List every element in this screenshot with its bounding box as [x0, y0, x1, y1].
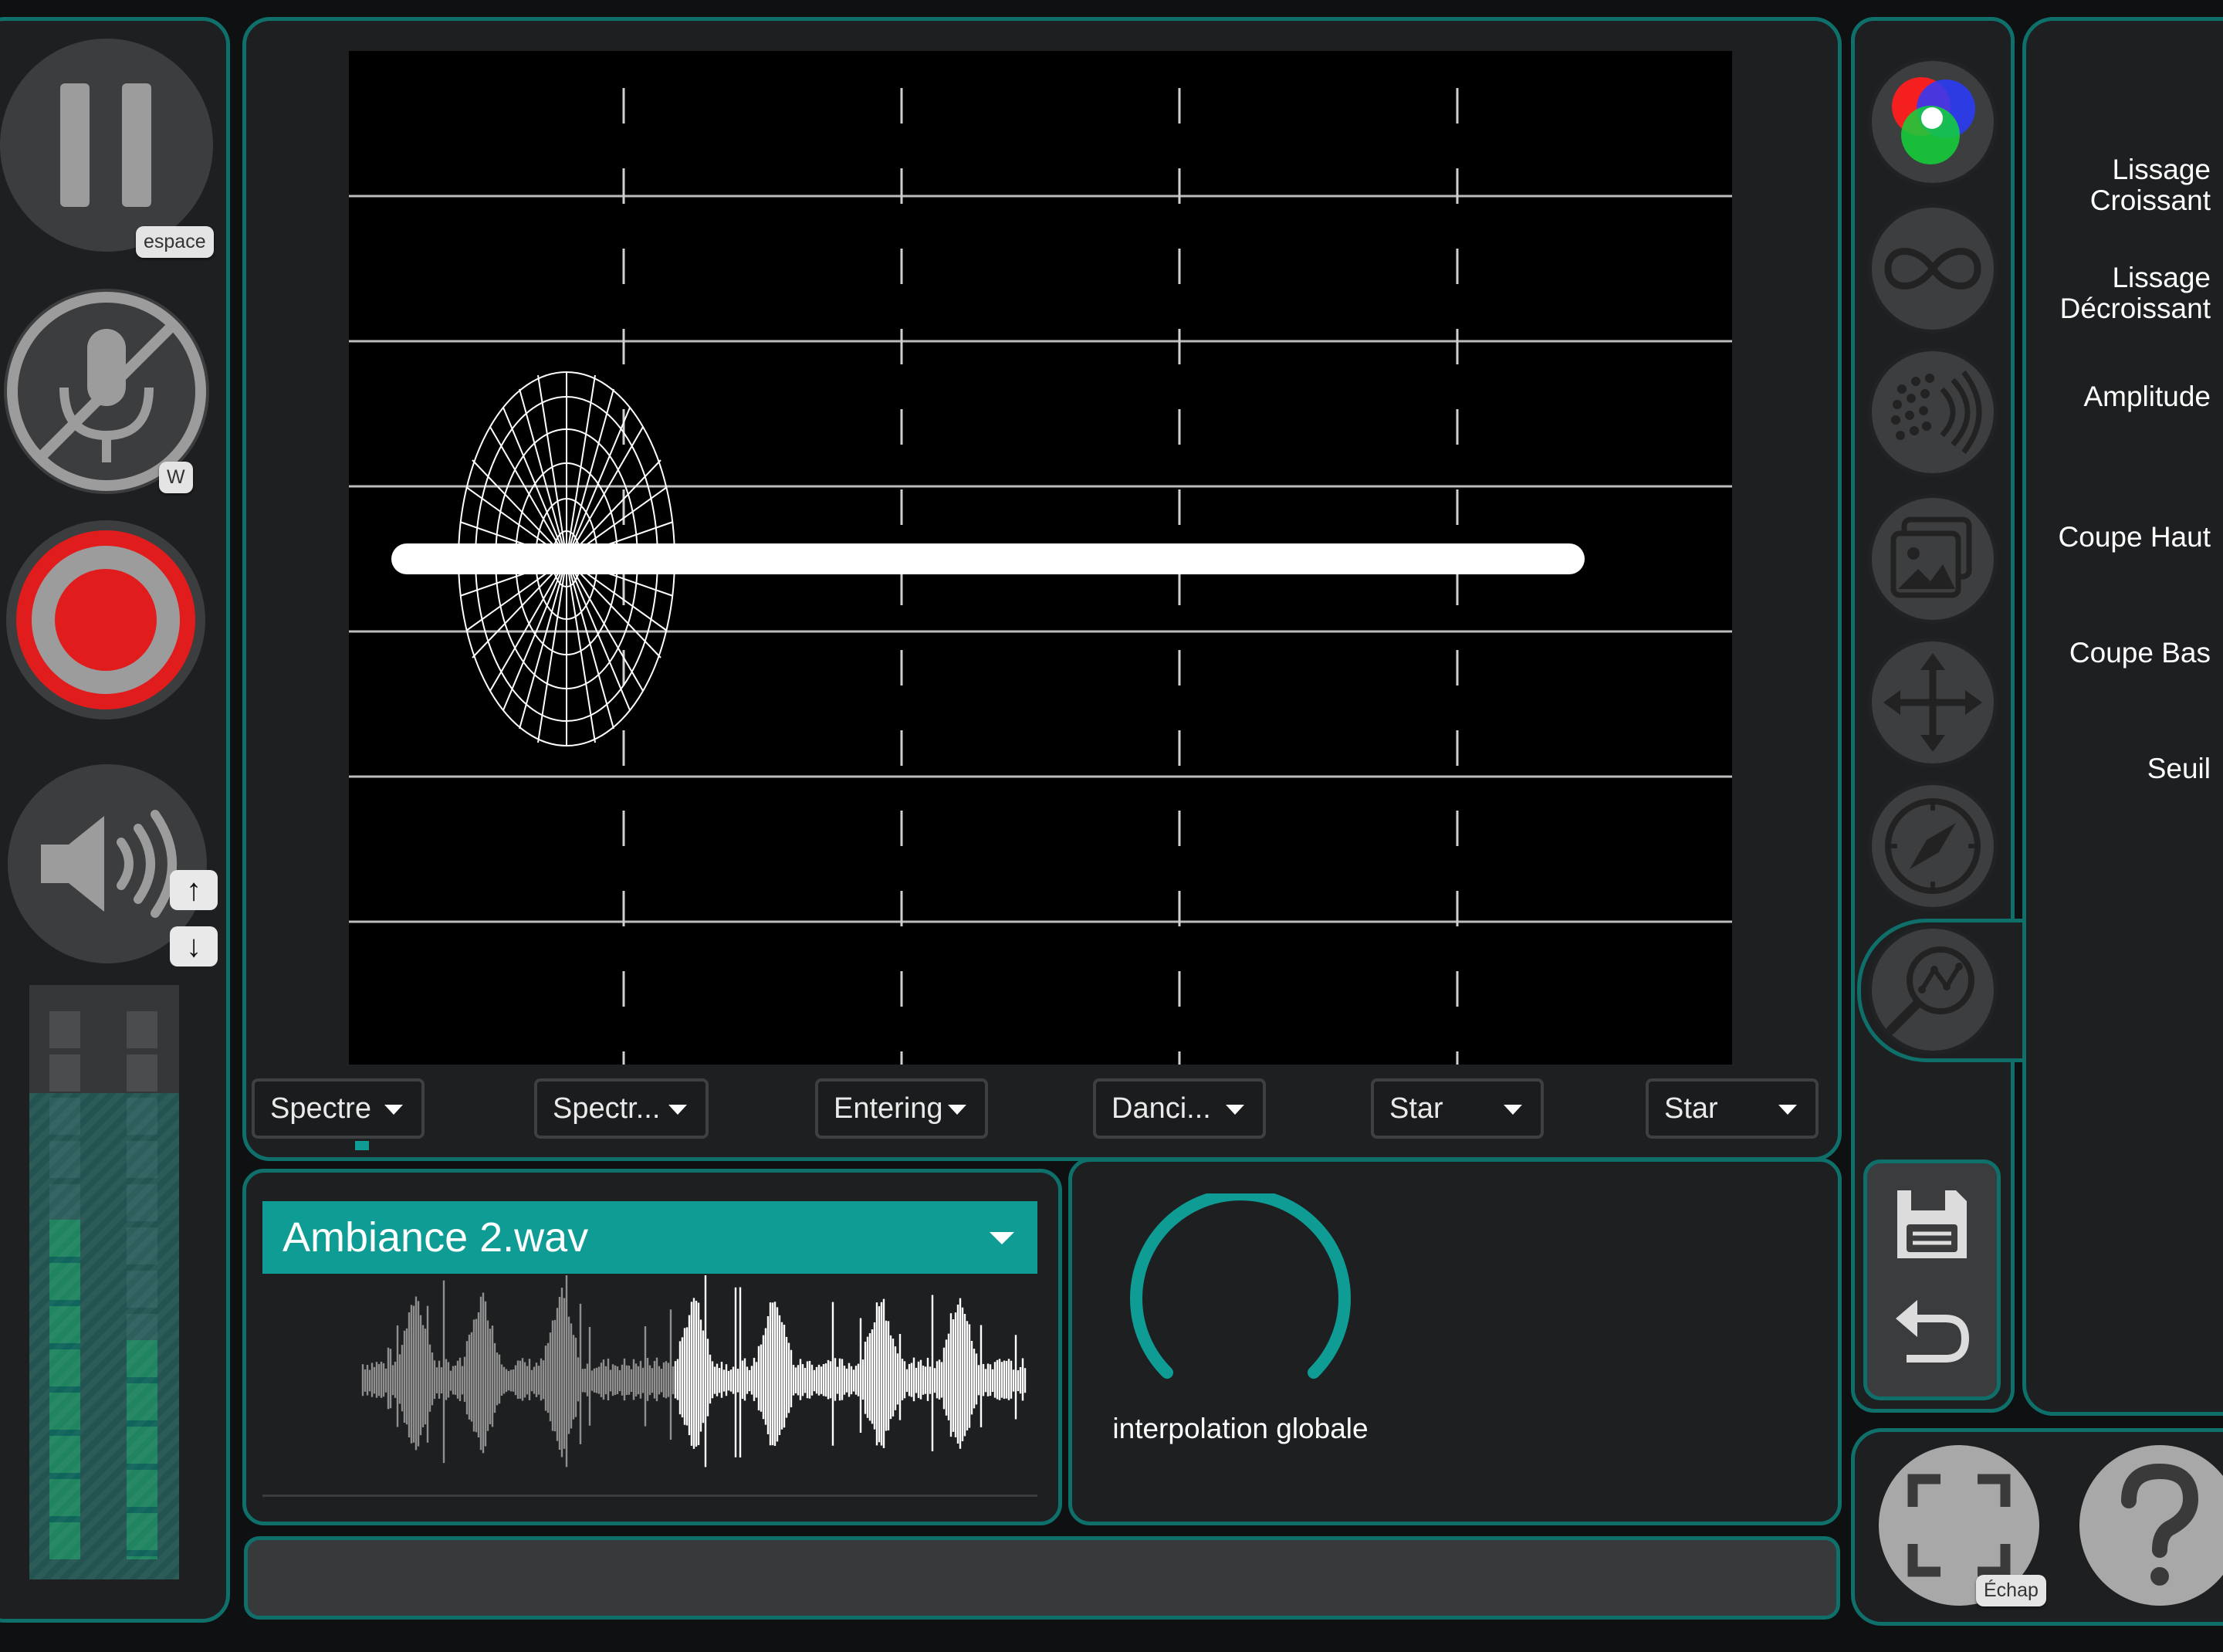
dropdown-label: Spectre	[270, 1092, 371, 1125]
compass-button[interactable]	[1868, 781, 1998, 911]
infinity-button[interactable]	[1868, 204, 1998, 333]
particles-icon	[1891, 370, 1982, 455]
param-label-line1: Lissage	[2112, 154, 2211, 185]
analysis-icon	[1886, 946, 1974, 1034]
param-lissage-croissant[interactable]: Lissage Croissant	[2090, 154, 2211, 216]
param-coupe-bas[interactable]: Coupe Bas	[2069, 638, 2211, 669]
chevron-down-icon	[1504, 1105, 1522, 1115]
param-label-line1: Lissage	[2112, 262, 2211, 293]
visualizer-dropdown-5[interactable]: Star	[1371, 1078, 1544, 1139]
audio-file-name: Ambiance 2.wav	[283, 1214, 589, 1261]
pause-shortcut-badge: espace	[136, 226, 214, 258]
chevron-down-icon	[1778, 1105, 1797, 1115]
record-icon	[16, 530, 195, 709]
record-button[interactable]	[6, 520, 205, 719]
param-lissage-decroissant[interactable]: Lissage Décroissant	[2060, 262, 2211, 324]
level-meter	[29, 985, 179, 1579]
help-icon	[2121, 1464, 2199, 1586]
param-label-line2: Décroissant	[2059, 293, 2211, 324]
fullscreen-icon	[1907, 1474, 2011, 1577]
compass-icon	[1885, 798, 1981, 894]
visualizer-scene	[349, 88, 1732, 1065]
visualizer-dropdown-4[interactable]: Danci...	[1093, 1078, 1266, 1139]
param-coupe-haut[interactable]: Coupe Haut	[2059, 522, 2211, 553]
image-icon	[1890, 516, 1972, 598]
image-button[interactable]	[1868, 494, 1998, 624]
dropdown-label: Star	[1664, 1092, 1718, 1125]
speaker-icon	[41, 810, 177, 918]
knob-label: interpolation globale	[1112, 1413, 1369, 1444]
visualizer-canvas[interactable]	[349, 51, 1732, 1065]
param-amplitude[interactable]: Amplitude	[2083, 381, 2211, 412]
visualizer-dropdown-2[interactable]: Spectr...	[534, 1078, 709, 1139]
interpolation-knob[interactable]	[1128, 1188, 1352, 1394]
waveform[interactable]	[262, 1274, 1037, 1498]
move-icon	[1883, 653, 1982, 752]
param-label-line1: Coupe Bas	[2069, 637, 2211, 669]
undo-button[interactable]	[1891, 1292, 1973, 1366]
particles-button[interactable]	[1868, 347, 1998, 477]
volume-down-key[interactable]: ↓	[170, 926, 218, 966]
param-label-line1: Amplitude	[2083, 381, 2211, 412]
dropdown-label: Spectr...	[553, 1092, 661, 1125]
fullscreen-shortcut-badge: Échap	[1976, 1575, 2046, 1606]
chevron-down-icon	[948, 1105, 966, 1115]
chevron-down-icon	[1226, 1105, 1244, 1115]
chevron-down-icon	[990, 1232, 1014, 1244]
color-wheel-button[interactable]	[1868, 57, 1998, 187]
save-icon	[1897, 1190, 1967, 1258]
visualizer-dropdown-1[interactable]: Spectre	[252, 1078, 425, 1139]
color-wheel-icon	[1892, 77, 1975, 164]
chevron-down-icon	[668, 1105, 687, 1115]
visualizer-dropdown-3[interactable]: Entering	[815, 1078, 988, 1139]
analysis-button[interactable]	[1868, 925, 1998, 1055]
waveform-baseline	[262, 1495, 1037, 1497]
chevron-down-icon	[384, 1105, 403, 1115]
mic-shortcut-badge: W	[159, 462, 193, 493]
visualizer-dropdown-6[interactable]: Star	[1646, 1078, 1819, 1139]
pause-button[interactable]	[0, 39, 213, 252]
waveform-graph	[361, 1275, 1027, 1468]
param-label-line1: Seuil	[2147, 753, 2211, 784]
dropdown-label: Danci...	[1112, 1092, 1211, 1125]
meter-teal-overlay	[29, 1093, 179, 1579]
save-button[interactable]	[1891, 1186, 1973, 1263]
volume-up-key[interactable]: ↑	[170, 870, 218, 910]
move-button[interactable]	[1868, 638, 1998, 767]
knob-arc	[1130, 1188, 1351, 1379]
audio-file-dropdown[interactable]: Ambiance 2.wav	[262, 1201, 1037, 1274]
param-label-line1: Coupe Haut	[2058, 521, 2211, 553]
dropdown-label: Star	[1389, 1092, 1443, 1125]
infinity-icon	[1884, 248, 1981, 289]
pause-icon	[60, 83, 151, 207]
active-dropdown-indicator	[355, 1141, 369, 1150]
param-seuil[interactable]: Seuil	[2147, 753, 2211, 784]
param-label-line2: Croissant	[2089, 184, 2211, 216]
status-bar	[244, 1536, 1840, 1620]
dropdown-label: Entering	[834, 1092, 943, 1125]
undo-icon	[1896, 1300, 1970, 1363]
parameters-panel	[2022, 17, 2223, 1416]
